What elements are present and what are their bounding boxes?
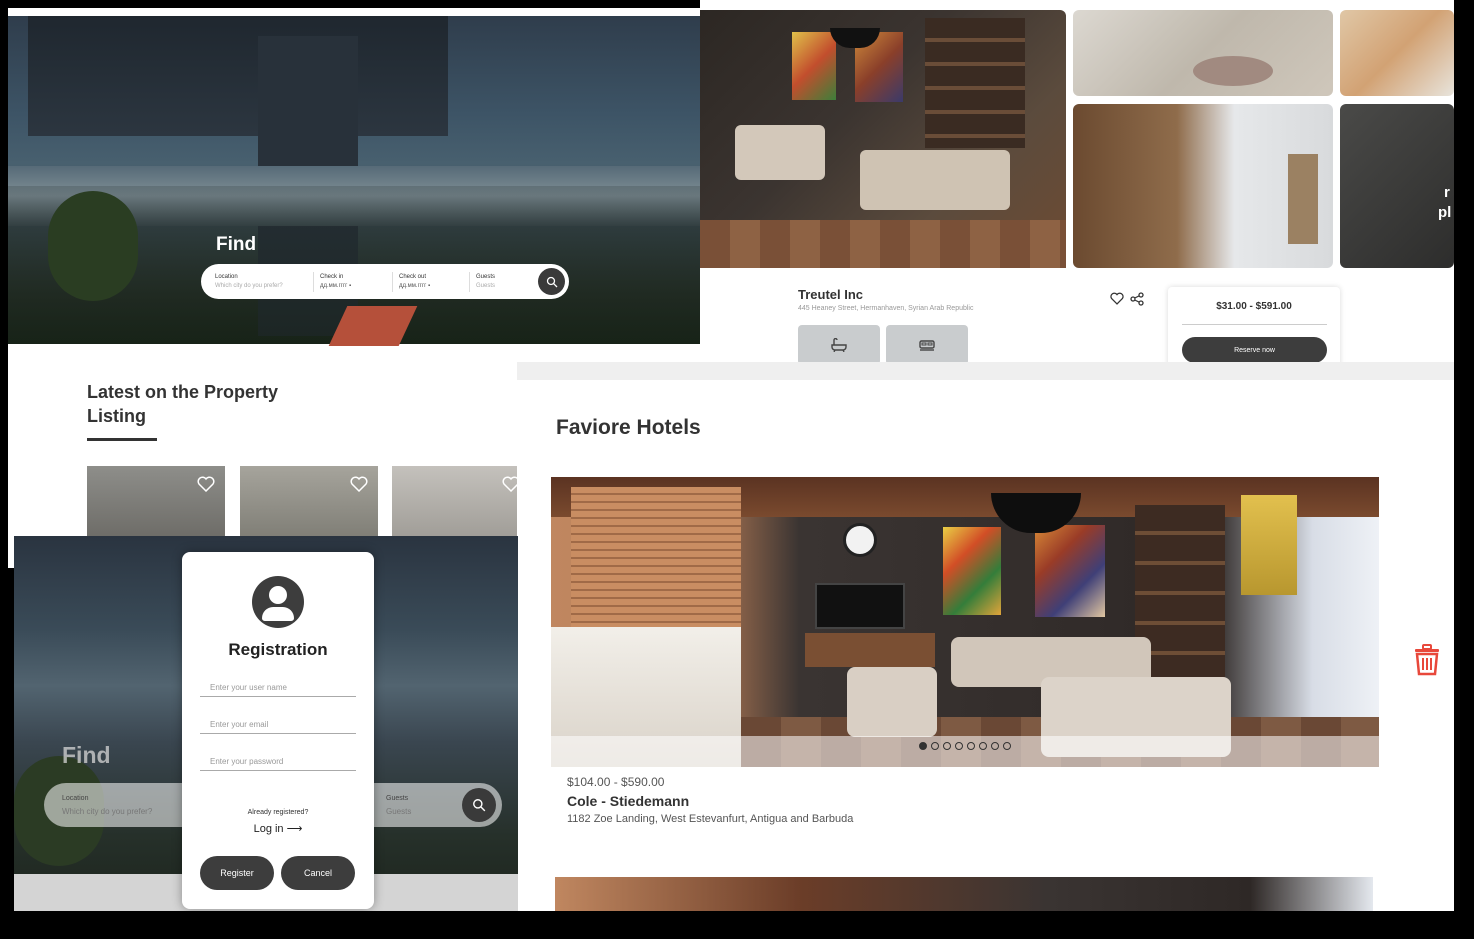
trash-icon[interactable] bbox=[1413, 644, 1441, 676]
carousel-dot[interactable] bbox=[919, 742, 927, 750]
search-button[interactable] bbox=[462, 788, 496, 822]
reservation-box: $31.00 - $591.00 Reserve now bbox=[1168, 287, 1340, 364]
hero-title: Find bbox=[216, 234, 257, 255]
carousel-dot[interactable] bbox=[955, 742, 963, 750]
latest-listing-title: Latest on the Property Listing bbox=[87, 382, 279, 426]
user-avatar-icon bbox=[252, 576, 304, 628]
search-icon bbox=[473, 799, 486, 812]
favorites-panel: Faviore Hotels $104.00 - $590.00 Cole - … bbox=[517, 362, 1454, 911]
search-button[interactable] bbox=[538, 268, 565, 295]
carousel-dot[interactable] bbox=[979, 742, 987, 750]
heart-icon[interactable] bbox=[350, 476, 368, 492]
username-field[interactable]: Enter your user name bbox=[200, 675, 356, 697]
checkout-input[interactable]: дд.мм.гггг ▪ bbox=[399, 283, 463, 289]
search-bar: Location Which city do you prefer? Check… bbox=[201, 264, 569, 299]
hero-title: Find bbox=[62, 742, 111, 768]
carousel-dot[interactable] bbox=[991, 742, 999, 750]
checkout-field[interactable]: Check out дд.мм.гггг ▪ bbox=[399, 269, 469, 294]
hotel-price: $104.00 - $590.00 bbox=[567, 775, 665, 789]
bathtub-icon bbox=[831, 338, 847, 352]
gallery-photo-more[interactable]: r pl bbox=[1340, 104, 1454, 268]
carousel-dot[interactable] bbox=[1003, 742, 1011, 750]
gallery-photo[interactable] bbox=[1073, 10, 1333, 96]
carousel-dot[interactable] bbox=[967, 742, 975, 750]
registration-panel: Find Location Which city do you prefer? … bbox=[14, 536, 518, 911]
favorites-title: Faviore Hotels bbox=[556, 416, 701, 439]
gallery-photo-main[interactable] bbox=[700, 10, 1066, 268]
collage: Find Location Which city do you prefer? … bbox=[0, 0, 1474, 939]
registration-title: Registration bbox=[228, 640, 328, 659]
carousel-dot[interactable] bbox=[943, 742, 951, 750]
property-actions bbox=[1110, 292, 1144, 306]
heart-icon[interactable] bbox=[197, 476, 215, 492]
search-icon bbox=[546, 276, 557, 287]
arrow-right-icon: ⟶ bbox=[286, 823, 303, 835]
guests-field[interactable]: Guests Guests bbox=[476, 269, 536, 294]
price-range: $31.00 - $591.00 bbox=[1216, 301, 1292, 312]
hotel-name[interactable]: Cole - Stiedemann bbox=[567, 793, 689, 809]
property-detail-panel: r pl Treutel Inc 445 Heaney Street, Herm… bbox=[700, 0, 1454, 364]
cancel-button[interactable]: Cancel bbox=[281, 856, 355, 890]
heart-icon[interactable] bbox=[1110, 292, 1124, 305]
password-field[interactable]: Enter your password bbox=[200, 749, 356, 771]
email-field[interactable]: Enter your email bbox=[200, 712, 356, 734]
checkin-input[interactable]: дд.мм.гггг ▪ bbox=[320, 283, 386, 289]
gallery-photo[interactable] bbox=[1340, 10, 1454, 96]
hotel-address: 1182 Zoe Landing, West Estevanfurt, Anti… bbox=[567, 813, 854, 825]
amenity-bath bbox=[798, 325, 880, 364]
hotel-carousel[interactable] bbox=[551, 477, 1379, 767]
reserve-button[interactable]: Reserve now bbox=[1182, 337, 1327, 363]
registration-modal: Registration Enter your user name Enter … bbox=[182, 552, 374, 909]
title-underline bbox=[87, 438, 157, 441]
bed-icon bbox=[919, 340, 935, 351]
guests-input[interactable]: Guests bbox=[476, 283, 530, 289]
already-registered-text: Already registered? bbox=[247, 809, 309, 816]
property-name: Treutel Inc bbox=[798, 287, 864, 302]
carousel-dot[interactable] bbox=[931, 742, 939, 750]
calendar-icon[interactable]: ▪ bbox=[349, 283, 351, 289]
carousel-dots bbox=[551, 742, 1379, 750]
amenity-bed bbox=[886, 325, 968, 364]
location-field[interactable]: Location Which city do you prefer? bbox=[215, 269, 313, 294]
wall-clock bbox=[843, 523, 877, 557]
calendar-icon[interactable]: ▪ bbox=[428, 283, 430, 289]
location-input[interactable]: Which city do you prefer? bbox=[62, 807, 152, 816]
hotel-carousel-next[interactable] bbox=[555, 877, 1373, 911]
gallery-photo[interactable] bbox=[1073, 104, 1333, 268]
login-link[interactable]: Log in ⟶ bbox=[182, 822, 374, 835]
guests-input[interactable]: Guests bbox=[386, 807, 411, 816]
location-input[interactable]: Which city do you prefer? bbox=[215, 283, 307, 289]
checkin-field[interactable]: Check in дд.мм.гггг ▪ bbox=[320, 269, 392, 294]
share-icon[interactable] bbox=[1130, 292, 1144, 306]
property-address: 445 Heaney Street, Hermanhaven, Syrian A… bbox=[798, 305, 974, 312]
register-button[interactable]: Register bbox=[200, 856, 274, 890]
